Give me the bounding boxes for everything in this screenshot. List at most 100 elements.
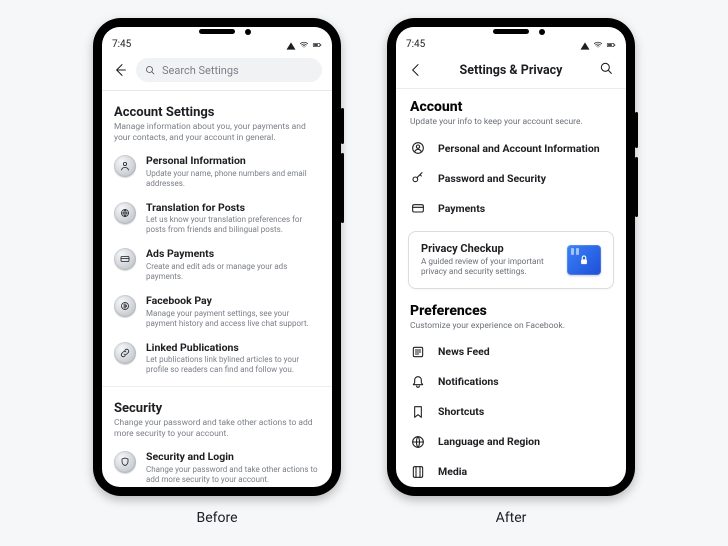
phone-notch [396,27,626,37]
section-subtitle: Customize your experience on Facebook. [410,321,612,331]
item-title: Facebook Pay [146,295,320,308]
section-preferences: Preferences Customize your experience on… [396,293,626,488]
section-subtitle: Update your info to keep your account se… [410,117,612,127]
globe-icon [114,202,136,224]
pay-icon [114,295,136,317]
signal-icon [581,42,590,49]
item-password-security[interactable]: Password and Security [410,163,612,193]
header-before: Search Settings [102,54,332,91]
statusbar-time: 7:45 [406,39,425,50]
item-title: Media [438,465,467,478]
shield-icon [114,451,136,473]
section-subtitle: Change your password and take other acti… [114,418,320,439]
search-icon [144,64,156,76]
bell-icon [410,374,426,390]
card-subtitle: A guided review of your important privac… [421,257,557,278]
item-subtitle: Create and edit ads or manage your ads p… [146,262,320,282]
item-security-login[interactable]: Security and Login Change your password … [114,445,320,487]
item-title: Payments [438,202,485,215]
card-icon [410,200,426,216]
section-title: Account [410,99,612,115]
item-translation[interactable]: Translation for Posts Let us know your t… [114,196,320,243]
statusbar: 7:45 [396,37,626,54]
back-button[interactable] [112,62,128,78]
item-subtitle: Let us know your translation preferences… [146,215,320,235]
privacy-checkup-card[interactable]: Privacy Checkup A guided review of your … [408,231,614,289]
search-button[interactable] [598,60,614,80]
phone-notch [102,27,332,37]
card-icon [114,248,136,270]
before-column: 7:45 Search Settings [93,18,341,526]
search-icon [598,60,614,76]
battery-icon [606,40,616,50]
statusbar: 7:45 [102,37,332,54]
link-icon [114,342,136,364]
item-subtitle: Manage your payment settings, see your p… [146,309,320,329]
item-payments[interactable]: Payments [410,193,612,223]
section-title: Preferences [410,303,612,319]
section-title: Account Settings [114,105,320,120]
item-title: Notifications [438,375,499,388]
page-title: Settings & Privacy [460,63,563,78]
before-scroll[interactable]: Account Settings Manage information abou… [102,91,332,487]
item-title: Ads Payments [146,248,320,261]
item-news-feed[interactable]: News Feed [410,337,612,367]
after-column: 7:45 Settings & Privacy [387,18,635,526]
item-title: Personal and Account Information [438,142,600,155]
item-title: Password and Security [438,172,546,185]
lock-tile-icon [567,245,601,275]
caption-after: After [496,510,527,526]
statusbar-icons [286,40,322,50]
search-placeholder: Search Settings [162,64,239,77]
caption-before: Before [196,510,237,526]
item-title: Linked Publications [146,342,320,355]
item-ads-payments[interactable]: Ads Payments Create and edit ads or mana… [114,242,320,289]
signal-icon [287,42,296,49]
media-icon [410,464,426,480]
item-your-time[interactable]: Your Time on Facebook [410,487,612,488]
feed-icon [410,344,426,360]
back-arrow-icon [112,62,128,78]
item-facebook-pay[interactable]: Facebook Pay Manage your payment setting… [114,289,320,336]
item-personal-account-info[interactable]: Personal and Account Information [410,133,612,163]
statusbar-time: 7:45 [112,39,131,50]
battery-icon [312,40,322,50]
phone-before: 7:45 Search Settings [93,18,341,496]
statusbar-icons [580,40,616,50]
item-title: Personal Information [146,155,320,168]
item-title: News Feed [438,345,490,358]
key-icon [410,170,426,186]
item-title: Translation for Posts [146,202,320,215]
section-account: Account Update your info to keep your ac… [396,89,626,225]
back-button[interactable] [408,62,424,78]
header-after: Settings & Privacy [396,54,626,89]
item-linked-publications[interactable]: Linked Publications Let publications lin… [114,336,320,383]
back-arrow-icon [408,62,424,78]
person-circle-icon [410,140,426,156]
item-subtitle: Update your name, phone numbers and emai… [146,169,320,189]
person-icon [114,155,136,177]
item-language-region[interactable]: Language and Region [410,427,612,457]
section-subtitle: Manage information about you, your payme… [114,122,320,143]
wifi-icon [593,40,603,50]
item-subtitle: Let publications link bylined articles t… [146,355,320,375]
item-subtitle: Change your password and take other acti… [146,465,320,485]
screen-before: 7:45 Search Settings [102,27,332,487]
globe-icon [410,434,426,450]
item-shortcuts[interactable]: Shortcuts [410,397,612,427]
card-title: Privacy Checkup [421,242,557,255]
bookmark-icon [410,404,426,420]
after-scroll[interactable]: Account Update your info to keep your ac… [396,89,626,487]
item-media[interactable]: Media [410,457,612,487]
wifi-icon [299,40,309,50]
phone-after: 7:45 Settings & Privacy [387,18,635,496]
section-title: Security [114,401,320,416]
section-account-settings: Account Settings Manage information abou… [102,91,332,386]
item-notifications[interactable]: Notifications [410,367,612,397]
screen-after: 7:45 Settings & Privacy [396,27,626,487]
item-title: Shortcuts [438,405,484,418]
search-input[interactable]: Search Settings [136,58,322,82]
item-personal-info[interactable]: Personal Information Update your name, p… [114,149,320,196]
item-title: Language and Region [438,435,540,448]
section-security: Security Change your password and take o… [102,386,332,487]
